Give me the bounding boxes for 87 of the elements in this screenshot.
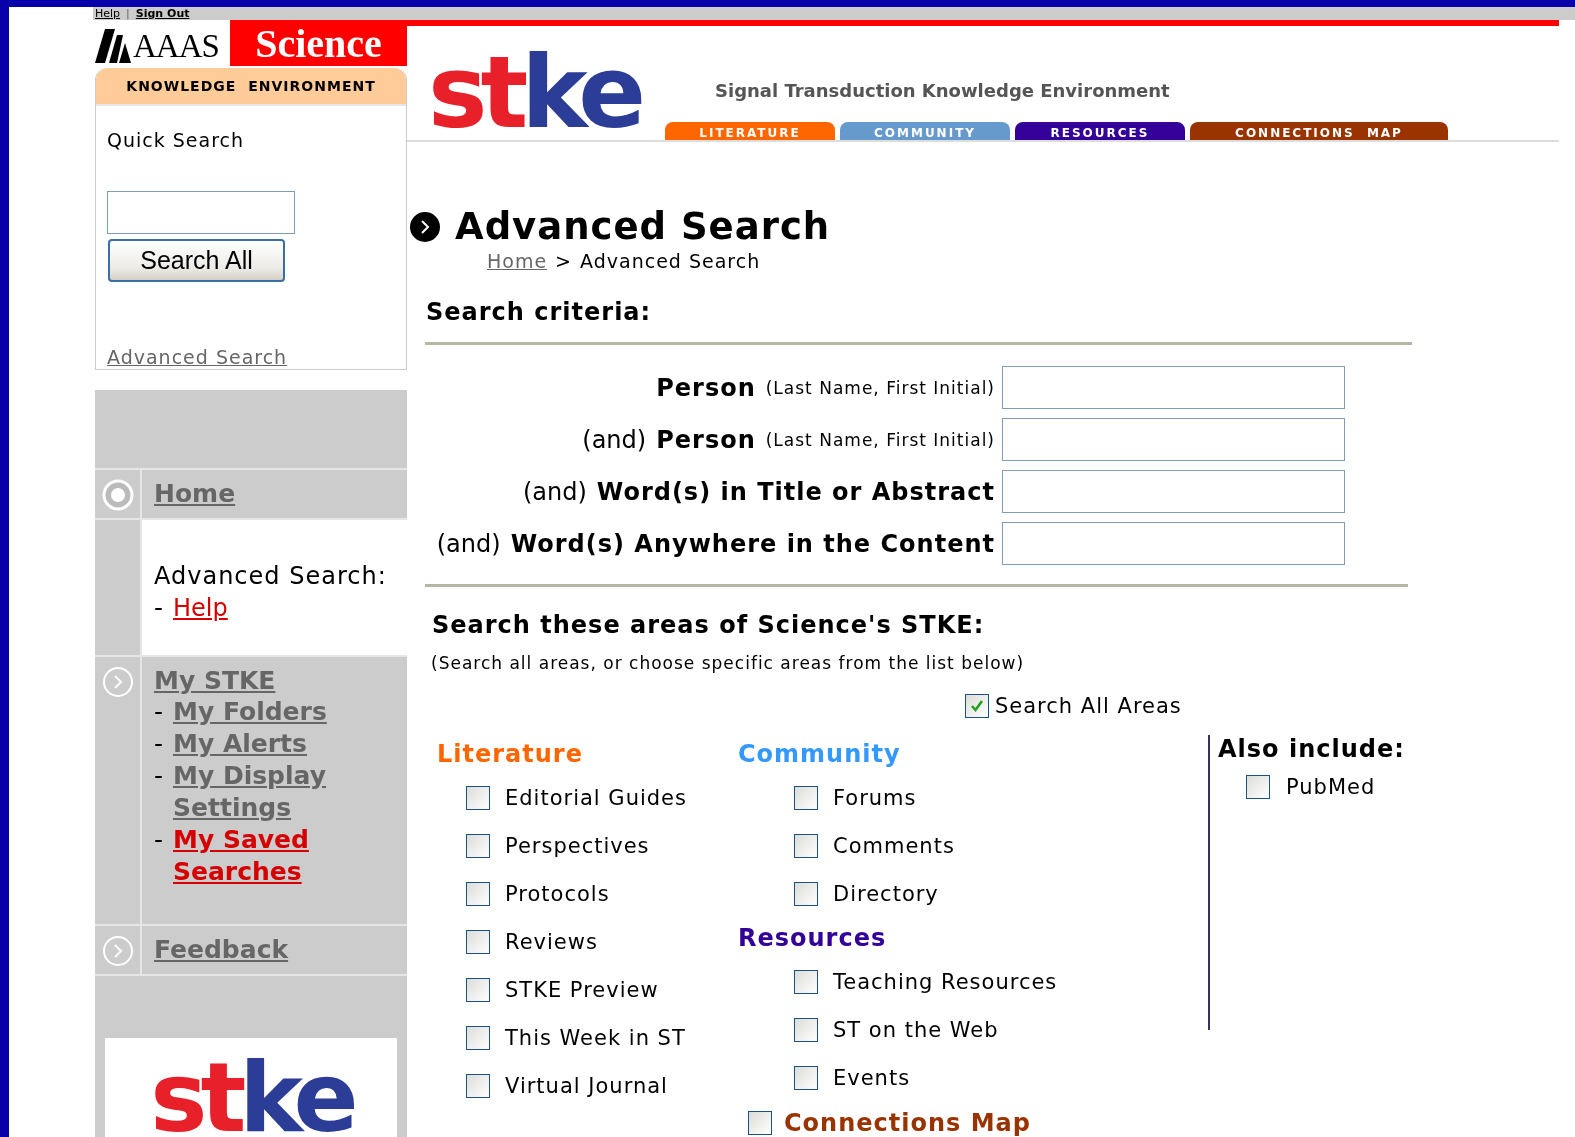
checkbox[interactable] — [794, 1066, 818, 1090]
dash: - — [154, 760, 164, 792]
field-prefix: (and) — [522, 477, 587, 506]
checkbox-label[interactable]: STKE Preview — [505, 978, 659, 1002]
breadcrumb-current: Advanced Search — [580, 249, 761, 273]
nav-link[interactable]: My Display Settings — [173, 760, 344, 824]
checkbox-label[interactable]: Directory — [833, 882, 939, 906]
nav-tab[interactable]: RESOURCES — [1015, 122, 1185, 140]
field-label: Word(s) Anywhere in the Content — [510, 529, 995, 558]
checkbox-label[interactable]: PubMed — [1286, 775, 1376, 799]
checkbox[interactable] — [1246, 775, 1270, 799]
dash: - — [154, 592, 164, 624]
checkbox[interactable] — [748, 1111, 772, 1135]
dash: - — [154, 696, 164, 728]
checkbox[interactable] — [466, 882, 490, 906]
group-heading: Resources — [738, 923, 888, 954]
input-field[interactable] — [1002, 366, 1345, 409]
input-field[interactable] — [1002, 418, 1345, 461]
section-heading: Search criteria: — [426, 297, 653, 327]
search-field[interactable] — [107, 191, 295, 234]
checkmark-icon — [969, 698, 985, 714]
advanced-search-link[interactable]: Advanced Search — [107, 345, 288, 369]
checkbox[interactable] — [794, 786, 818, 810]
checkbox-label[interactable]: Teaching Resources — [833, 970, 1058, 994]
section-heading: Search these areas of Science's STKE: — [432, 610, 986, 640]
nav-link[interactable]: My Folders — [173, 696, 327, 728]
checkbox-label[interactable]: Events — [833, 1066, 911, 1090]
checkbox[interactable] — [794, 834, 818, 858]
checkbox[interactable] — [794, 970, 818, 994]
dash: - — [154, 728, 164, 760]
section-heading: Also include: — [1218, 734, 1406, 764]
stke-logo[interactable]: stke — [150, 1048, 352, 1137]
checkbox[interactable] — [794, 882, 818, 906]
nav-note: Advanced Search: — [154, 561, 388, 592]
field-prefix: (and) — [436, 529, 501, 558]
logo-mark-icon — [95, 29, 131, 63]
input-field[interactable] — [1002, 470, 1345, 513]
checkbox-label[interactable]: Connections Map — [784, 1109, 1031, 1137]
nav-link[interactable]: Help — [173, 592, 228, 624]
field-label: Person — [656, 373, 756, 402]
checkbox-label[interactable]: Search All Areas — [995, 694, 1182, 718]
top-link[interactable]: Sign Out — [135, 7, 190, 20]
checkbox[interactable] — [466, 786, 490, 810]
nav-link[interactable]: My STKE — [154, 666, 407, 696]
checkbox-label[interactable]: This Week in ST — [505, 1026, 686, 1050]
checkbox[interactable] — [965, 694, 989, 718]
checkbox-label[interactable]: Comments — [833, 834, 955, 858]
checkbox-label[interactable]: Virtual Journal — [505, 1074, 668, 1098]
field-hint: (Last Name, First Initial) — [765, 429, 995, 450]
top-link[interactable]: Help — [95, 7, 121, 20]
instructions: (Search all areas, or choose specific areas from the list below) — [431, 652, 1026, 675]
checkbox[interactable] — [794, 1018, 818, 1042]
aaas-logo: AAAS — [133, 29, 219, 63]
checkbox-label[interactable]: Editorial Guides — [505, 786, 687, 810]
checkbox[interactable] — [466, 1074, 490, 1098]
checkbox[interactable] — [466, 978, 490, 1002]
group-heading: Literature — [437, 739, 584, 770]
field-label: Word(s) in Title or Abstract — [596, 477, 995, 506]
quick-search-label: Quick Search — [107, 128, 245, 152]
separator: | — [126, 7, 130, 20]
input-field[interactable] — [1002, 522, 1345, 565]
checkbox-label[interactable]: Protocols — [505, 882, 610, 906]
checkbox-label[interactable]: Forums — [833, 786, 917, 810]
checkbox-label[interactable]: Reviews — [505, 930, 598, 954]
page-title: Advanced Search — [455, 207, 831, 247]
nav-link[interactable]: My Alerts — [173, 728, 307, 760]
nav-link[interactable]: Home — [154, 479, 407, 509]
breadcrumb-link[interactable]: Home — [487, 249, 548, 273]
knowledge-environment-band: KNOWLEDGE ENVIRONMENT — [96, 68, 406, 106]
checkbox-label[interactable]: ST on the Web — [833, 1018, 999, 1042]
group-heading: Community — [738, 739, 902, 770]
chevron-circle-icon — [410, 212, 440, 242]
checkbox-label[interactable]: Perspectives — [505, 834, 650, 858]
nav-link[interactable]: Feedback — [154, 935, 407, 965]
field-prefix: (and) — [582, 425, 647, 454]
stke-logo[interactable]: stke — [428, 38, 665, 140]
breadcrumb-separator: > — [555, 249, 573, 273]
checkbox[interactable] — [466, 834, 490, 858]
search-all-button[interactable]: Search All — [108, 239, 285, 282]
dash: - — [154, 824, 164, 856]
checkbox[interactable] — [466, 1026, 490, 1050]
nav-tab[interactable]: CONNECTIONS MAP — [1190, 122, 1448, 140]
checkbox[interactable] — [466, 930, 490, 954]
field-hint: (Last Name, First Initial) — [765, 377, 995, 398]
tagline: Signal Transduction Knowledge Environment — [715, 80, 1171, 102]
field-label: Person — [656, 425, 756, 454]
science-logo[interactable]: Science — [255, 23, 382, 65]
